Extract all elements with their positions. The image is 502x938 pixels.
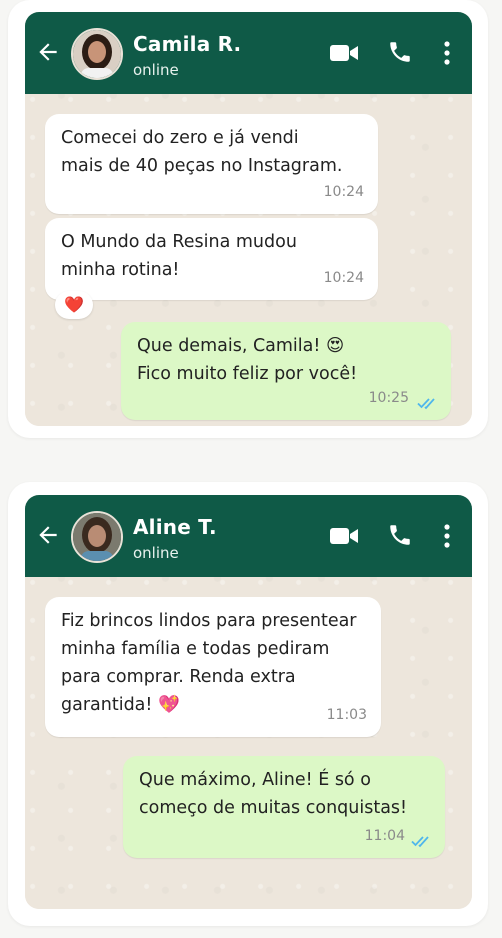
message-text: O Mundo da Resina mudou minha rotina!: [61, 232, 297, 280]
message-outgoing[interactable]: Que demais, Camila! 😍 Fico muito feliz p…: [121, 322, 451, 420]
message-time: 10:24: [323, 270, 364, 286]
double-check-icon: [411, 836, 429, 848]
phone-icon[interactable]: [387, 522, 413, 548]
chat-card-camila: Camila R. online Comecei do zero e já ve…: [8, 0, 488, 438]
chat-card-aline: Aline T. online Fiz brincos lindos para …: [8, 482, 488, 926]
message-time: 11:04: [364, 828, 405, 844]
back-arrow-icon[interactable]: [35, 522, 61, 548]
double-check-icon: [417, 398, 435, 410]
chat-header: Camila R. online: [25, 12, 472, 94]
message-text: Fiz brincos lindos para presentear minha…: [61, 611, 357, 715]
message-time: 10:25: [368, 390, 409, 406]
chat-screen: Aline T. online Fiz brincos lindos para …: [25, 495, 472, 909]
message-text: Que máximo, Aline! É só o começo de muit…: [139, 770, 408, 818]
avatar[interactable]: [71, 28, 123, 80]
video-call-icon[interactable]: [329, 524, 359, 548]
heart-reaction-icon[interactable]: ❤️: [55, 291, 93, 319]
more-options-icon[interactable]: [443, 40, 451, 66]
contact-name[interactable]: Camila R.: [133, 32, 241, 56]
message-text: Comecei do zero e já vendi mais de 40 pe…: [61, 128, 343, 176]
message-incoming[interactable]: Fiz brincos lindos para presentear minha…: [45, 597, 381, 737]
video-call-icon[interactable]: [329, 41, 359, 65]
message-time: 10:24: [323, 184, 364, 200]
message-text: Que demais, Camila! 😍 Fico muito feliz p…: [137, 336, 358, 384]
message-time: 11:03: [326, 707, 367, 723]
contact-status: online: [133, 61, 179, 79]
chat-screen: Camila R. online Comecei do zero e já ve…: [25, 12, 472, 426]
phone-icon[interactable]: [387, 39, 413, 65]
message-incoming[interactable]: O Mundo da Resina mudou minha rotina! 10…: [45, 218, 378, 300]
avatar[interactable]: [71, 511, 123, 563]
message-outgoing[interactable]: Que máximo, Aline! É só o começo de muit…: [123, 756, 445, 858]
chat-header: Aline T. online: [25, 495, 472, 577]
contact-status: online: [133, 544, 179, 562]
back-arrow-icon[interactable]: [35, 39, 61, 65]
more-options-icon[interactable]: [443, 523, 451, 549]
contact-name[interactable]: Aline T.: [133, 515, 217, 539]
message-incoming[interactable]: Comecei do zero e já vendi mais de 40 pe…: [45, 114, 378, 214]
